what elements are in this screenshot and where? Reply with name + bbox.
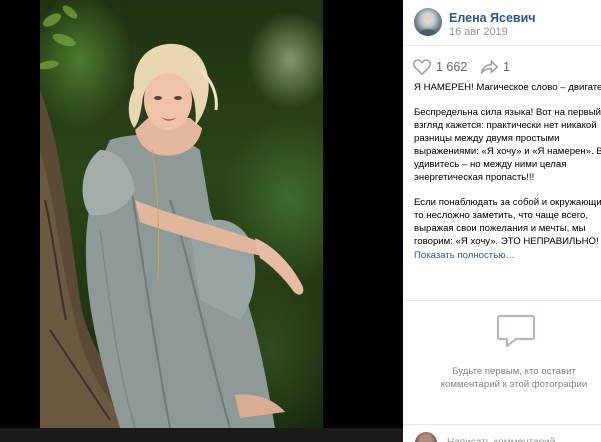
current-user-avatar (415, 432, 437, 442)
share-button[interactable]: 1 (480, 58, 510, 76)
photo-caption-strip (0, 428, 403, 442)
comments-empty-state: Будьте первым, кто оставит комментарий к… (403, 300, 601, 401)
post-caption: Я НАМЕРЕН! Магическое слово – двигател Б… (414, 81, 601, 262)
post-date[interactable]: 16 авг 2019 (449, 26, 508, 38)
share-count: 1 (503, 60, 510, 74)
photo-illustration (40, 5, 304, 428)
caption-line: Я НАМЕРЕН! Магическое слово – двигател (414, 82, 601, 93)
author-avatar[interactable] (414, 8, 442, 36)
caption-line: разницы между двумя простыми (414, 133, 560, 144)
post-actions: 1 662 1 (403, 45, 601, 85)
post-sidebar: Елена Ясевич 16 авг 2019 1 662 1 Я НАМЕР… (403, 0, 601, 442)
caption-line: энергетическая пропасть!!! (414, 172, 535, 183)
like-count: 1 662 (436, 60, 468, 74)
comments-empty-text: Будьте первым, кто оставит комментарий к… (440, 366, 588, 390)
show-more-link[interactable]: Показать полностью… (414, 249, 601, 262)
post-photo[interactable] (40, 0, 323, 428)
comment-composer (403, 424, 601, 442)
photo-viewer (0, 0, 403, 442)
heart-icon (413, 59, 431, 75)
comment-input[interactable] (447, 435, 592, 442)
like-button[interactable]: 1 662 (413, 58, 467, 76)
caption-line: Беспредельна сила языка! Вот на первый (414, 107, 601, 118)
caption-line: удивитесь – но между ними целая (414, 159, 567, 170)
caption-line: выражениями: «Я хочу» и «Я намерен». Вы (414, 146, 601, 157)
caption-line: выражая свои пожелания и мечты, мы (414, 223, 586, 234)
author-header: Елена Ясевич 16 авг 2019 (403, 0, 601, 46)
comment-bubble-icon (496, 314, 536, 348)
caption-line: то несложно заметить, что чаще всего, (414, 210, 589, 221)
caption-line: взгляд кажется: практически нет никакой (414, 120, 597, 131)
caption-line: Если понаблюдать за собой и окружающим (414, 197, 601, 208)
caption-line: говорим: «Я хочу». ЭТО НЕПРАВИЛЬНО! (414, 236, 599, 247)
share-arrow-icon (480, 60, 498, 74)
author-name-link[interactable]: Елена Ясевич (449, 11, 536, 25)
